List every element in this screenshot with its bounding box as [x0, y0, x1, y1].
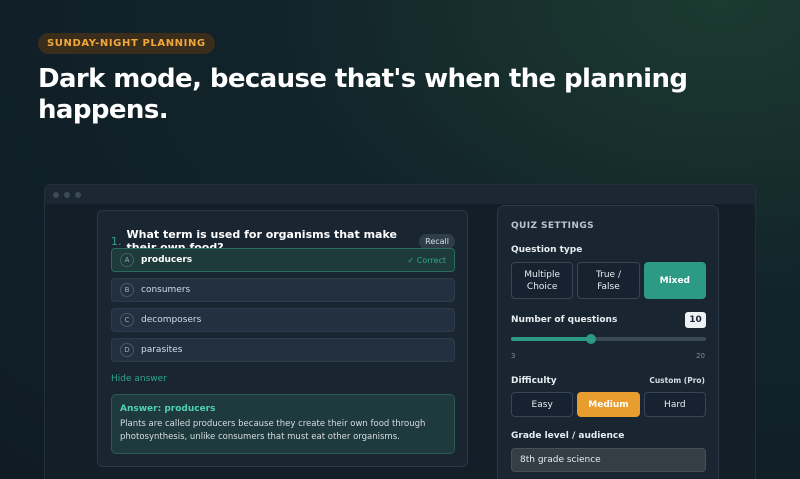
question-type-mixed-button[interactable]: Mixed	[643, 262, 706, 299]
option-text: parasites	[141, 345, 183, 355]
question-type-group: Multiple Choice True / False Mixed	[511, 262, 706, 299]
option-letter: A	[120, 253, 134, 267]
question-type-multiple-choice-button[interactable]: Multiple Choice	[511, 262, 574, 299]
answer-body: Plants are called producers because they…	[120, 419, 426, 442]
slider-max-label: 20	[696, 352, 705, 360]
grade-level-input[interactable]: 8th grade science	[511, 448, 706, 472]
window-dot-icon	[53, 191, 59, 198]
correct-indicator: ✓ Correct	[407, 255, 446, 265]
slider-thumb[interactable]	[586, 334, 597, 344]
difficulty-easy-button[interactable]: Easy	[511, 392, 574, 417]
app-window: 1. What term is used for organisms that …	[44, 184, 756, 479]
button-label: Mixed	[659, 275, 691, 286]
answer-option-d[interactable]: D parasites	[111, 338, 455, 362]
question-type-true-false-button[interactable]: True / False	[577, 262, 640, 299]
difficulty-hard-button[interactable]: Hard	[643, 392, 706, 417]
option-text: consumers	[141, 285, 191, 295]
window-dot-icon	[75, 191, 81, 198]
button-label: True / False	[595, 269, 621, 292]
answer-option-b[interactable]: B consumers	[111, 278, 455, 302]
hide-answer-link[interactable]: Hide answer	[111, 374, 167, 384]
recall-tag: Recall	[419, 233, 455, 249]
option-letter: C	[120, 313, 134, 327]
option-text: decomposers	[141, 315, 202, 325]
slider-min-label: 3	[511, 352, 516, 360]
section-badge: SUNDAY-NIGHT PLANNING	[38, 33, 215, 54]
difficulty-medium-button[interactable]: Medium	[577, 392, 640, 417]
question-type-label: Question type	[511, 245, 583, 255]
slider-fill	[511, 337, 592, 341]
option-text: producers	[141, 255, 193, 265]
quiz-settings-panel: QUIZ SETTINGS Question type Multiple Cho…	[497, 205, 719, 479]
answer-explanation: Answer: producers Plants are called prod…	[111, 394, 455, 454]
window-dot-icon	[64, 191, 70, 198]
option-letter: B	[120, 283, 134, 297]
custom-pro-link[interactable]: Custom (Pro)	[649, 376, 705, 385]
quiz-question-card: 1. What term is used for organisms that …	[97, 210, 468, 467]
settings-title: QUIZ SETTINGS	[511, 221, 595, 231]
num-questions-value[interactable]: 10	[685, 312, 706, 328]
difficulty-group: Easy Medium Hard	[511, 392, 706, 417]
num-questions-label: Number of questions	[511, 315, 618, 325]
option-letter: D	[120, 343, 134, 357]
button-label: Multiple Choice	[524, 269, 561, 292]
answer-title: Answer: producers	[120, 404, 216, 414]
window-titlebar	[45, 185, 755, 204]
answer-option-a[interactable]: A producers ✓ Correct	[111, 248, 455, 272]
num-questions-slider[interactable]	[511, 334, 706, 344]
question-number: 1.	[111, 234, 122, 248]
difficulty-label: Difficulty	[511, 376, 557, 386]
grade-level-label: Grade level / audience	[511, 431, 625, 441]
page-headline: Dark mode, because that's when the plann…	[38, 64, 688, 125]
answer-option-c[interactable]: C decomposers	[111, 308, 455, 332]
